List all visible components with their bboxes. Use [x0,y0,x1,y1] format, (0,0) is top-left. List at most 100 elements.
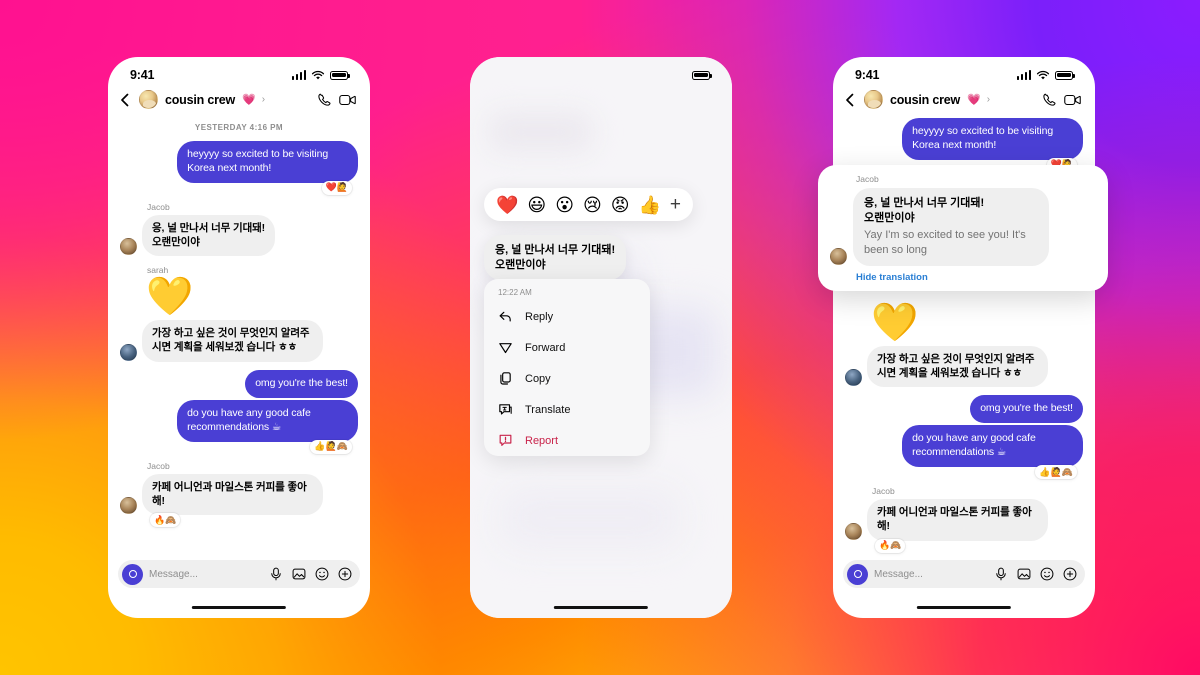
hide-translation-link[interactable]: Hide translation [856,272,1096,283]
menu-item-report[interactable]: Report [484,425,650,456]
phone-2-message-actions: 9:41 ❤️ 😃 😮 😢 😡 👍 + 응, 널 만나서 너무 기대돼! 오랜만… [470,57,732,618]
heart-emoji-icon: 💗 [242,94,256,106]
add-reaction-button[interactable]: + [670,195,681,214]
microphone-icon[interactable] [269,567,283,581]
battery-full-icon [1055,70,1076,80]
cellular-bars-icon [291,70,306,80]
message-reactions[interactable]: 👍🙋🙈 [310,439,352,454]
image-icon[interactable] [292,567,306,581]
message-input[interactable]: Message... [874,569,988,580]
message-sender-name: sarah [147,265,169,276]
report-warning-icon [499,434,512,446]
message-bubble-incoming[interactable]: 가장 하고 싶은 것이 무엇인지 알려주시면 계획을 세워보겠 습니다 ㅎㅎ [142,320,323,363]
video-call-icon[interactable] [1064,92,1081,108]
message-bubble-outgoing[interactable]: omg you're the best! [970,395,1083,424]
message-composer[interactable]: Message... [843,560,1085,588]
message-bubble-incoming[interactable]: 가장 하고 싶은 것이 무엇인지 알려주시면 계획을 세워보겠 습니다 ㅎㅎ [867,345,1048,388]
message-sender-name: Jacob [872,486,895,497]
translate-icon [499,404,512,415]
camera-button[interactable] [847,563,868,585]
message-reactions[interactable]: 🔥🙈 [875,538,906,553]
chevron-right-icon[interactable]: › [262,94,265,105]
message-bubble-outgoing[interactable]: do you have any good cafe recommendation… [902,425,1083,468]
menu-item-copy[interactable]: Copy [484,363,650,394]
home-indicator [191,605,287,609]
video-call-icon[interactable] [339,92,356,108]
group-avatar[interactable] [864,90,883,109]
message-sender-name: Jacob [147,201,170,212]
avatar[interactable] [120,344,137,362]
translated-message-bubble[interactable]: 응, 널 만나서 너무 기대돼! 오랜만이야 Yay I'm so excite… [853,188,1049,266]
back-chevron-icon[interactable] [118,93,132,107]
chevron-right-icon[interactable]: › [987,94,990,105]
avatar[interactable] [845,522,862,540]
menu-item-label: Translate [525,403,571,416]
message-input[interactable]: Message... [149,569,263,580]
message-bubble-outgoing[interactable]: omg you're the best! [245,370,358,399]
original-text: 응, 널 만나서 너무 기대돼! 오랜만이야 [864,197,985,224]
forward-paper-plane-icon [499,343,512,354]
chat-header: cousin crew 💗 › [108,87,370,115]
message-bubble-outgoing[interactable]: heyyyy so excited to be visiting Korea n… [902,118,1083,160]
reaction-angry-emoji[interactable]: 😡 [611,196,630,214]
sticker-icon[interactable] [315,567,329,581]
message-bubble-incoming[interactable]: 응, 널 만나서 너무 기대돼! 오랜만이야 [142,214,276,257]
plus-circle-icon[interactable] [338,567,352,581]
chat-title[interactable]: cousin crew [890,93,960,107]
reaction-sad-emoji[interactable]: 😢 [583,196,602,214]
message-bubble-outgoing[interactable]: heyyyy so excited to be visiting Korea n… [177,141,358,183]
group-avatar[interactable] [139,90,158,109]
avatar[interactable] [120,497,137,515]
reaction-thumbsup-emoji[interactable]: 👍 [638,196,660,214]
menu-item-label: Report [525,434,559,447]
menu-item-label: Reply [525,310,554,323]
camera-button[interactable] [122,563,143,585]
chat-header: cousin crew 💗 › [833,87,1095,115]
reaction-smile-emoji[interactable]: 😃 [527,196,546,214]
reply-arrow-icon [499,311,511,322]
message-context-menu[interactable]: 12:22 AM Reply Forward Copy Translate Re… [484,279,650,456]
avatar[interactable] [845,369,862,387]
day-timestamp: YESTERDAY 4:16 PM [194,123,284,132]
message-sender-name: Jacob [856,174,879,184]
phone-call-icon[interactable] [316,92,332,108]
reaction-heart-emoji[interactable]: ❤️ [496,196,518,214]
heart-emoji-icon: 💗 [967,94,981,106]
translation-card[interactable]: Jacob 응, 널 만나서 너무 기대돼! 오랜만이야 Yay I'm so … [818,165,1108,291]
status-time: 9:41 [855,68,880,82]
heart-sticker[interactable]: 💛 [871,304,1083,342]
home-indicator [553,605,649,609]
message-reactions[interactable]: ❤️🙋 [321,180,352,195]
status-bar: 9:41 [108,57,370,87]
emoji-reaction-bar[interactable]: ❤️ 😃 😮 😢 😡 👍 + [484,188,694,221]
message-thread[interactable]: YESTERDAY 4:16 PM heyyyy so excited to b… [108,123,370,528]
message-reactions[interactable]: 🔥🙈 [150,513,181,528]
plus-circle-icon[interactable] [1063,567,1077,581]
back-chevron-icon[interactable] [843,93,857,107]
translated-text: Yay I'm so excited to see you! It's been… [864,229,1026,257]
message-reactions[interactable]: 👍🙋🙈 [1035,465,1077,480]
status-time: 9:41 [130,68,155,82]
image-icon[interactable] [1017,567,1031,581]
avatar[interactable] [830,247,847,265]
battery-full-icon [330,70,351,80]
menu-item-reply[interactable]: Reply [484,301,650,332]
message-composer[interactable]: Message... [118,560,360,588]
reaction-surprised-emoji[interactable]: 😮 [555,196,574,214]
message-bubble-incoming[interactable]: 카페 어니언과 마일스톤 커피를 좋아해! [142,473,323,516]
menu-item-label: Forward [525,341,566,354]
focused-message-bubble[interactable]: 응, 널 만나서 너무 기대돼! 오랜만이야 [484,235,627,281]
chat-title[interactable]: cousin crew [165,93,235,107]
menu-item-translate[interactable]: Translate [484,394,650,425]
sticker-icon[interactable] [1040,567,1054,581]
avatar[interactable] [120,238,137,256]
message-bubble-outgoing[interactable]: do you have any good cafe recommendation… [177,400,358,442]
wifi-icon [311,70,325,79]
microphone-icon[interactable] [994,567,1008,581]
message-timestamp: 12:22 AM [498,288,532,297]
phone-1-chat-thread: 9:41 cousin crew 💗 › YESTERDAY 4:16 PM h… [108,57,370,618]
message-bubble-incoming[interactable]: 카페 어니언과 마일스톤 커피를 좋아해! [867,499,1048,541]
phone-call-icon[interactable] [1041,92,1057,108]
heart-sticker[interactable]: 💛 [146,278,358,316]
menu-item-forward[interactable]: Forward [484,332,650,363]
